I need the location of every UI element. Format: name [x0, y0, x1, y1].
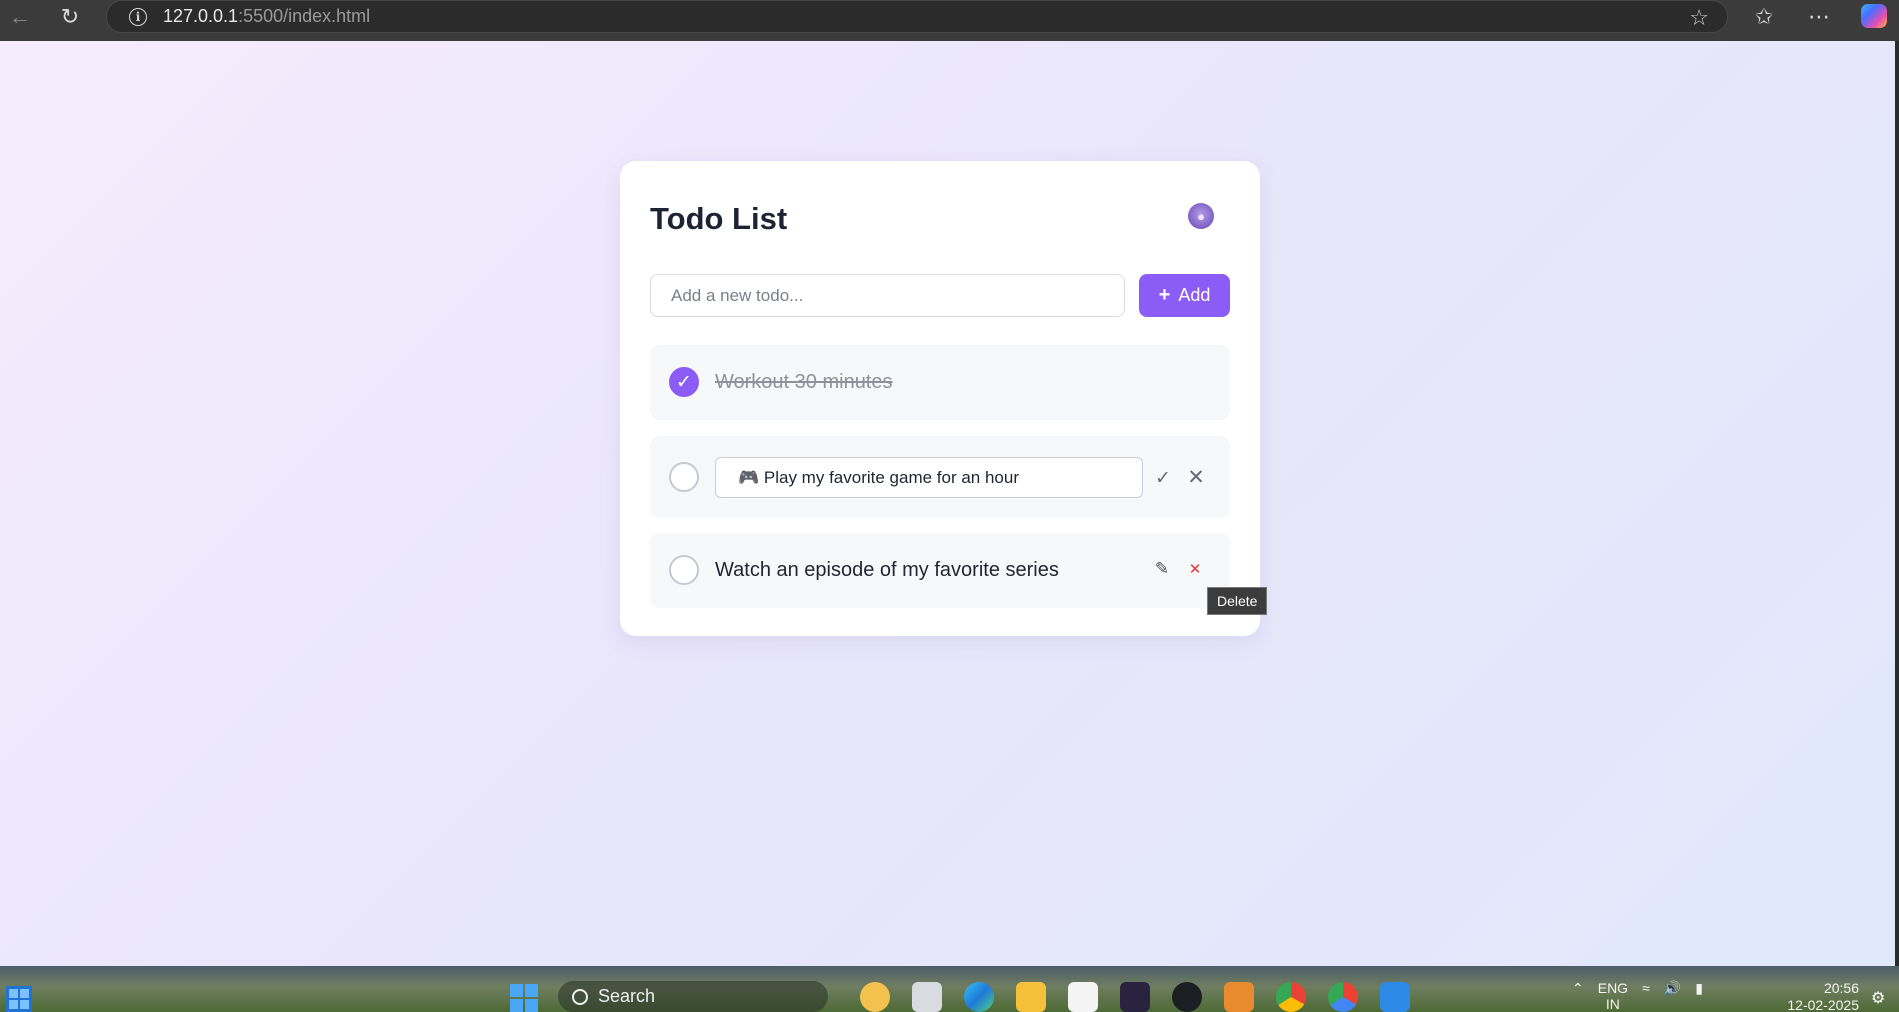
todo-text: Watch an episode of my favorite series [715, 559, 1059, 581]
chevron-up-icon[interactable]: ⌃ [1572, 980, 1584, 997]
developer-app-icon[interactable] [1120, 982, 1150, 1012]
language-indicator[interactable]: ENG IN [1598, 980, 1628, 1012]
edge-browser-icon[interactable] [964, 982, 994, 1012]
medal-app-icon[interactable] [1224, 982, 1254, 1012]
checkbox-unchecked-icon[interactable] [669, 462, 699, 492]
todo-text: Workout 30 minutes [715, 371, 893, 393]
checkbox-unchecked-icon[interactable] [669, 555, 699, 585]
theme-toggle-icon[interactable]: ● [1188, 203, 1214, 229]
taskbar-clock[interactable]: 20:56 12-02-2025 [1787, 980, 1859, 1012]
wifi-icon[interactable]: ≈ [1642, 980, 1650, 996]
plus-icon: + [1158, 284, 1171, 306]
add-todo-button[interactable]: + Add [1139, 274, 1230, 317]
page-title: Todo List [650, 201, 788, 236]
favorites-icon[interactable]: ✩ [1744, 0, 1784, 33]
pinned-apps [860, 982, 1410, 1012]
file-explorer-icon[interactable] [1016, 982, 1046, 1012]
checkbox-checked-icon[interactable]: ✓ [669, 367, 699, 397]
page-viewport: Todo List ● + Add ✓ Workout 30 minutes ✓… [0, 41, 1895, 966]
save-check-icon[interactable]: ✓ [1152, 467, 1174, 489]
taskbar-search[interactable]: Search [558, 981, 828, 1012]
weather-app-icon[interactable] [860, 982, 890, 1012]
clock-date: 12-02-2025 [1787, 997, 1859, 1012]
chrome-profile-icon[interactable] [1328, 982, 1358, 1012]
reload-icon[interactable]: ↻ [50, 0, 90, 33]
back-arrow-icon[interactable]: ← [0, 0, 40, 33]
battery-icon[interactable]: ▮ [1695, 980, 1703, 997]
region-code: IN [1605, 996, 1620, 1012]
cancel-x-icon[interactable]: ✕ [1185, 466, 1207, 489]
url-path: :5500/index.html [238, 6, 371, 26]
file-app-icon[interactable] [912, 982, 942, 1012]
site-info-icon[interactable]: i [129, 7, 147, 26]
todo-item: Watch an episode of my favorite series ✎… [650, 533, 1230, 608]
notification-bell-icon[interactable]: ⚙ [1871, 988, 1889, 1007]
delete-tooltip: Delete [1207, 587, 1268, 615]
clock-time: 20:56 [1823, 980, 1859, 996]
favorite-star-icon[interactable]: ☆ [1689, 5, 1709, 31]
todo-card: Todo List ● + Add ✓ Workout 30 minutes ✓… [620, 161, 1260, 636]
github-icon[interactable] [1172, 982, 1202, 1012]
window-edge [1895, 41, 1899, 966]
windows-taskbar: Search ⌃ ENG IN ≈ 🔊 ▮ 20:56 12-02-2025 ⚙ [0, 966, 1899, 1012]
volume-icon[interactable]: 🔊 [1664, 980, 1681, 997]
search-icon [572, 988, 588, 1005]
browser-toolbar: ← ↻ i 127.0.0.1:5500/index.html ☆ ✩ ⋯ [0, 0, 1899, 41]
url-text[interactable]: 127.0.0.1:5500/index.html [163, 6, 370, 27]
lang-code: ENG [1597, 980, 1629, 996]
todo-item-editing: ✓ ✕ [650, 436, 1230, 518]
store-icon[interactable] [1068, 982, 1098, 1012]
add-button-label: Add [1178, 285, 1211, 305]
start-windows-icon[interactable] [510, 984, 538, 1012]
delete-x-icon[interactable]: ✕ [1184, 558, 1206, 580]
url-host: 127.0.0.1 [163, 6, 239, 26]
new-todo-input[interactable] [650, 274, 1125, 317]
todo-item-completed: ✓ Workout 30 minutes [650, 345, 1230, 420]
todo-edit-input[interactable] [715, 457, 1143, 498]
search-label: Search [598, 986, 656, 1006]
chrome-icon[interactable] [1276, 982, 1306, 1012]
vscode-icon[interactable] [1380, 982, 1410, 1012]
copilot-icon[interactable] [1861, 4, 1887, 28]
widgets-icon[interactable] [6, 986, 32, 1012]
address-bar[interactable]: i 127.0.0.1:5500/index.html ☆ [106, 0, 1728, 33]
more-options-icon[interactable]: ⋯ [1799, 0, 1839, 33]
system-tray: ⌃ ENG IN ≈ 🔊 ▮ [1572, 980, 1703, 1012]
edit-pencil-icon[interactable]: ✎ [1151, 558, 1173, 580]
